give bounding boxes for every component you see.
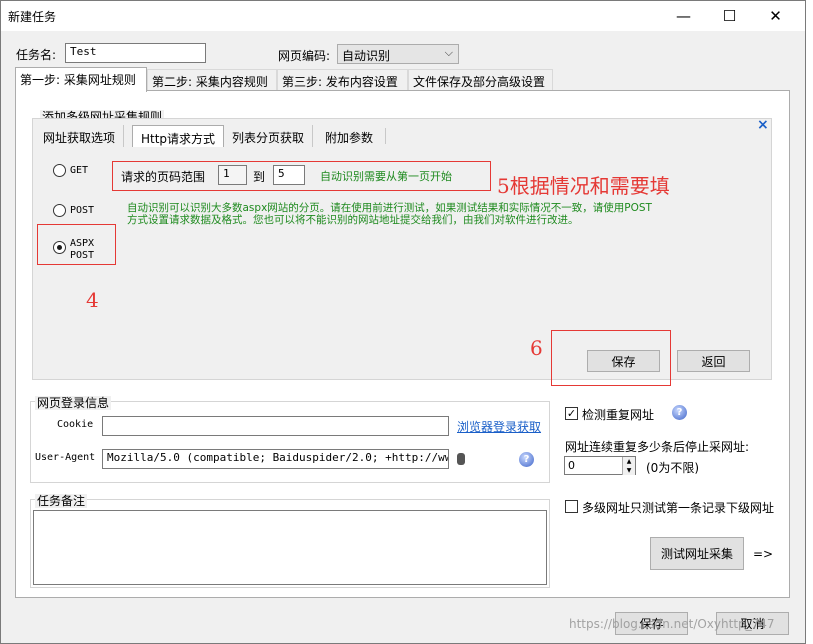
task-name-label: 任务名:	[16, 48, 57, 62]
login-info-group	[30, 401, 550, 483]
radio-post[interactable]	[53, 204, 66, 217]
close-icon[interactable]: ×	[757, 117, 769, 133]
user-agent-label: User-Agent	[35, 452, 96, 463]
minimize-button[interactable]: —	[661, 1, 706, 30]
tab-file-save-advanced[interactable]: 文件保存及部分高级设置	[408, 69, 553, 91]
tab-step3-publish-settings[interactable]: 第三步: 发布内容设置	[277, 69, 408, 91]
encoding-label: 网页编码:	[278, 49, 331, 63]
aspx-post-label-line1: ASPX	[70, 238, 95, 249]
test-url-collect-button[interactable]: 测试网址采集	[650, 537, 744, 570]
spin-down-icon[interactable]: ▼	[622, 466, 635, 475]
task-notes-textarea[interactable]	[33, 510, 547, 585]
radio-get-label: GET	[70, 165, 89, 176]
cookie-label: Cookie	[57, 419, 94, 430]
arrow-icon: =>	[753, 547, 774, 561]
subtab-divider	[385, 128, 386, 144]
rule-save-button[interactable]: 保存	[587, 350, 660, 372]
subtab-url-options[interactable]: 网址获取选项	[35, 125, 125, 147]
tab-step1-url-rules[interactable]: 第一步: 采集网址规则	[15, 67, 147, 92]
subtab-list-paging[interactable]: 列表分页获取	[224, 125, 314, 147]
annotation-step6: 6	[530, 336, 543, 360]
radio-get[interactable]	[53, 164, 66, 177]
task-notes-label: 任务备注	[35, 494, 88, 508]
multi-level-test-checkbox[interactable]	[565, 500, 578, 513]
check-duplicate-checkbox[interactable]: ✓	[565, 407, 578, 420]
aspx-description: 自动识别可以识别大多数aspx网站的分页。请在使用前进行测试，如果测试结果和实际…	[127, 202, 652, 226]
login-info-label: 网页登录信息	[35, 396, 112, 410]
radio-aspx-post-label: ASPX POST	[70, 238, 94, 262]
watermark: https://blog.csdn.net/Oxyhttp_747	[569, 617, 775, 631]
page-to-label: 到	[253, 170, 266, 184]
cookie-input[interactable]	[102, 416, 449, 436]
encoding-select[interactable]: 自动识别 ⌵	[337, 44, 459, 64]
page-from-input[interactable]: 1	[218, 165, 247, 185]
chevron-down-icon: ⌵	[444, 46, 453, 59]
rule-back-button[interactable]: 返回	[677, 350, 750, 372]
spin-up-icon[interactable]: ▲	[622, 457, 635, 466]
maximize-button[interactable]: ☐	[707, 1, 752, 30]
stop-after-label: 网址连续重复多少条后停止采网址:	[565, 440, 750, 454]
radio-post-label: POST	[70, 205, 95, 216]
annotation-step4: 4	[86, 288, 99, 312]
help-icon[interactable]: ?	[672, 405, 687, 420]
window-title: 新建任务	[8, 10, 57, 24]
subtab-extra-params[interactable]: 附加参数	[317, 125, 381, 147]
aspx-description-line1: 自动识别可以识别大多数aspx网站的分页。请在使用前进行测试，如果测试结果和实际…	[127, 202, 652, 214]
stop-after-spinner[interactable]: 0 ▲ ▼	[564, 456, 636, 475]
login-info-title: 网页登录信息	[35, 394, 112, 411]
auto-detect-hint: 自动识别需要从第一页开始	[320, 170, 452, 183]
aspx-post-label-line2: POST	[70, 250, 95, 261]
task-name-input[interactable]: Test	[65, 43, 206, 63]
multi-level-test-label: 多级网址只测试第一条记录下级网址	[582, 501, 775, 515]
page-to-input[interactable]: 5	[273, 165, 305, 185]
encoding-value: 自动识别	[342, 49, 391, 63]
task-notes-title: 任务备注	[35, 492, 88, 509]
browser-login-link[interactable]: 浏览器登录获取	[457, 418, 541, 435]
check-duplicate-label: 检测重复网址	[582, 408, 655, 422]
aspx-description-line2: 方式设置请求数据及格式。您也可以将不能识别的网站地址提交给我们，由我们对软件进行…	[127, 214, 579, 226]
page-range-label: 请求的页码范围	[121, 170, 206, 184]
stop-after-value: 0	[568, 459, 575, 472]
subtab-http-method[interactable]: Http请求方式	[132, 125, 225, 147]
stop-after-hint: (0为不限)	[646, 461, 699, 475]
tab-step2-content-rules[interactable]: 第二步: 采集内容规则	[147, 69, 277, 91]
user-agent-input[interactable]: Mozilla/5.0 (compatible; Baiduspider/2.0…	[102, 449, 449, 469]
close-button[interactable]: ✕	[753, 1, 798, 30]
radio-aspx-post[interactable]	[53, 241, 66, 254]
annotation-step5: 5根据情况和需要填	[497, 174, 670, 198]
microphone-icon[interactable]	[457, 453, 465, 465]
help-icon[interactable]: ?	[519, 452, 534, 467]
